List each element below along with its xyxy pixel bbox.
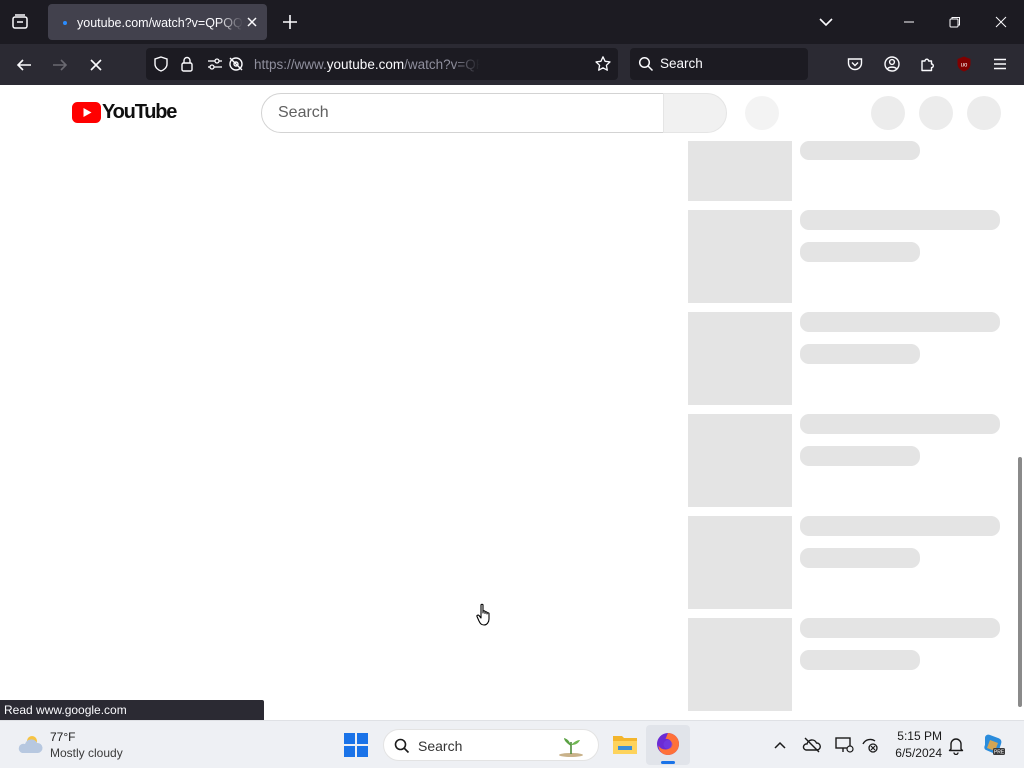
taskbar-search-box[interactable]: Search bbox=[383, 729, 599, 761]
voice-search-placeholder[interactable] bbox=[745, 96, 779, 130]
search-icon bbox=[638, 56, 654, 72]
close-icon[interactable] bbox=[244, 14, 260, 30]
link-status-popup: Read www.google.com bbox=[0, 700, 264, 720]
active-app-indicator bbox=[661, 761, 675, 764]
tab-list-icon[interactable] bbox=[6, 8, 34, 36]
video-thumbnail-skeleton bbox=[688, 516, 792, 609]
taskbar-search-placeholder: Search bbox=[418, 738, 463, 754]
cloud-sync-icon[interactable] bbox=[802, 735, 822, 755]
browser-tab-active[interactable]: youtube.com/watch?v=QPQQVMwOEc0 bbox=[48, 4, 267, 40]
bell-icon[interactable] bbox=[947, 735, 965, 755]
extensions-icon[interactable] bbox=[919, 55, 937, 73]
video-meta-skeleton bbox=[800, 242, 920, 262]
plus-icon[interactable] bbox=[280, 12, 300, 32]
video-title-skeleton bbox=[800, 516, 1000, 536]
video-title-skeleton bbox=[800, 618, 1000, 638]
close-window-icon[interactable] bbox=[978, 0, 1024, 44]
url-prefix: https://www. bbox=[254, 57, 327, 72]
video-meta-skeleton bbox=[800, 344, 920, 364]
minimize-icon[interactable] bbox=[886, 0, 932, 44]
url-domain: youtube.com bbox=[326, 57, 405, 72]
youtube-search-input[interactable]: Search bbox=[261, 93, 664, 133]
copilot-icon[interactable]: PRE bbox=[980, 732, 1006, 758]
video-thumbnail-skeleton bbox=[688, 312, 792, 405]
video-meta-skeleton bbox=[800, 650, 920, 670]
navigation-toolbar: https://www.youtube.com/watch?v=QPQQVMwO… bbox=[0, 44, 1024, 85]
display-icon[interactable] bbox=[834, 735, 854, 755]
windows-start-icon[interactable] bbox=[344, 733, 368, 757]
star-icon[interactable] bbox=[594, 55, 612, 73]
tracking-off-icon[interactable] bbox=[227, 55, 245, 73]
video-thumbnail-skeleton bbox=[688, 618, 792, 711]
header-button-placeholder[interactable] bbox=[919, 96, 953, 130]
video-meta-skeleton bbox=[800, 446, 920, 466]
youtube-logo[interactable]: YouTube bbox=[72, 101, 177, 125]
stop-loading-icon[interactable] bbox=[83, 52, 109, 78]
clock-date[interactable]: 6/5/2024 bbox=[880, 746, 942, 760]
weather-temperature: 77°F bbox=[50, 730, 76, 744]
url-text[interactable]: https://www.youtube.com/watch?v=QPQQVMwO… bbox=[254, 56, 480, 74]
file-explorer-icon[interactable] bbox=[612, 732, 638, 756]
svg-text:PRE: PRE bbox=[994, 750, 1005, 756]
pocket-icon[interactable] bbox=[846, 55, 864, 73]
chevron-up-icon[interactable] bbox=[772, 737, 788, 753]
video-meta-skeleton bbox=[800, 548, 920, 568]
account-icon[interactable] bbox=[883, 55, 901, 73]
video-thumbnail-skeleton bbox=[688, 141, 792, 201]
tab-title: youtube.com/watch?v=QPQQVMwOEc0 bbox=[77, 16, 243, 30]
youtube-play-icon bbox=[72, 102, 101, 123]
search-highlight-plant-icon bbox=[556, 734, 586, 758]
firefox-taskbar-button[interactable] bbox=[646, 725, 690, 765]
ublock-icon[interactable]: uo bbox=[955, 55, 973, 73]
youtube-search-button[interactable] bbox=[663, 93, 727, 133]
permissions-icon[interactable] bbox=[206, 56, 224, 72]
hand-cursor-icon bbox=[475, 603, 495, 627]
video-thumbnail-skeleton bbox=[688, 210, 792, 303]
video-title-skeleton bbox=[800, 210, 1000, 230]
browser-search-bar[interactable]: Search bbox=[630, 48, 808, 80]
avatar-placeholder[interactable] bbox=[967, 96, 1001, 130]
video-title-skeleton bbox=[800, 312, 1000, 332]
tab-strip: youtube.com/watch?v=QPQQVMwOEc0 bbox=[0, 0, 1024, 44]
forward-arrow-icon[interactable] bbox=[47, 52, 73, 78]
restore-icon[interactable] bbox=[932, 0, 978, 44]
svg-text:uo: uo bbox=[961, 63, 968, 69]
youtube-logo-text: YouTube bbox=[102, 101, 177, 123]
weather-cloud-icon bbox=[16, 733, 44, 755]
back-arrow-icon[interactable] bbox=[11, 52, 37, 78]
chevron-down-icon[interactable] bbox=[816, 12, 836, 32]
video-thumbnail-skeleton bbox=[688, 414, 792, 507]
url-path: /watch?v=QPQQVMwOEc0 bbox=[404, 57, 480, 72]
video-title-skeleton bbox=[800, 141, 920, 160]
loading-favicon-icon bbox=[63, 21, 67, 25]
weather-widget[interactable]: 77°F Mostly cloudy bbox=[0, 721, 140, 769]
video-title-skeleton bbox=[800, 414, 1000, 434]
shield-icon[interactable] bbox=[152, 55, 170, 73]
network-icon[interactable] bbox=[860, 735, 880, 755]
weather-description: Mostly cloudy bbox=[50, 746, 123, 760]
hamburger-menu-icon[interactable] bbox=[991, 55, 1009, 73]
search-icon bbox=[394, 738, 410, 754]
youtube-search-placeholder: Search bbox=[278, 104, 329, 121]
browser-search-placeholder: Search bbox=[660, 56, 703, 71]
windows-taskbar: 77°F Mostly cloudy Search 5:15 PM 6/5/20… bbox=[0, 720, 1024, 768]
url-bar[interactable]: https://www.youtube.com/watch?v=QPQQVMwO… bbox=[146, 48, 618, 80]
clock-time[interactable]: 5:15 PM bbox=[880, 729, 942, 743]
scrollbar-thumb[interactable] bbox=[1018, 457, 1022, 707]
firefox-icon bbox=[656, 732, 680, 756]
lock-icon[interactable] bbox=[179, 55, 195, 73]
header-button-placeholder[interactable] bbox=[871, 96, 905, 130]
